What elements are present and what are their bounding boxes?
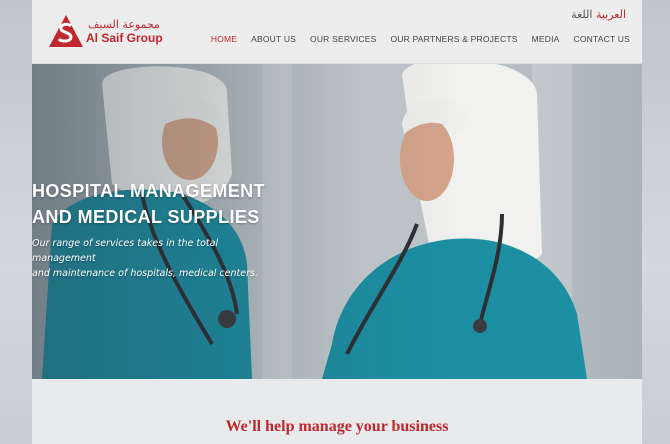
nav-partners-projects[interactable]: OUR PARTNERS & PROJECTS <box>391 34 518 44</box>
nav-home[interactable]: HOME <box>211 34 237 44</box>
logo[interactable]: مجموعة السيف Al Saif Group <box>48 14 168 48</box>
nav-media[interactable]: MEDIA <box>532 34 560 44</box>
logo-arabic-text: مجموعة السيف <box>88 18 160 31</box>
page: مجموعة السيف Al Saif Group العربية اللغة… <box>32 0 642 444</box>
logo-icon <box>49 15 83 47</box>
language-switcher[interactable]: العربية اللغة <box>567 8 626 21</box>
nav-contact-us[interactable]: CONTACT US <box>574 34 630 44</box>
hero-description: Our range of services takes in the total… <box>32 238 258 279</box>
hero-banner: HOSPITAL MANAGEMENT AND MEDICAL SUPPLIES… <box>32 64 642 379</box>
hero-title: HOSPITAL MANAGEMENT AND MEDICAL SUPPLIES <box>32 181 265 227</box>
logo-english-text: Al Saif Group <box>86 31 163 45</box>
intro-section: We'll help manage your business <box>32 379 642 444</box>
language-label: اللغة <box>571 8 593 21</box>
nav-our-services[interactable]: OUR SERVICES <box>310 34 376 44</box>
site-header: مجموعة السيف Al Saif Group العربية اللغة… <box>32 0 642 64</box>
language-value[interactable]: العربية <box>596 8 626 21</box>
main-nav: HOME ABOUT US OUR SERVICES OUR PARTNERS … <box>211 34 630 44</box>
background-left <box>0 0 32 444</box>
nav-about-us[interactable]: ABOUT US <box>251 34 296 44</box>
section-heading: We'll help manage your business <box>225 418 449 435</box>
background-right <box>642 0 670 444</box>
